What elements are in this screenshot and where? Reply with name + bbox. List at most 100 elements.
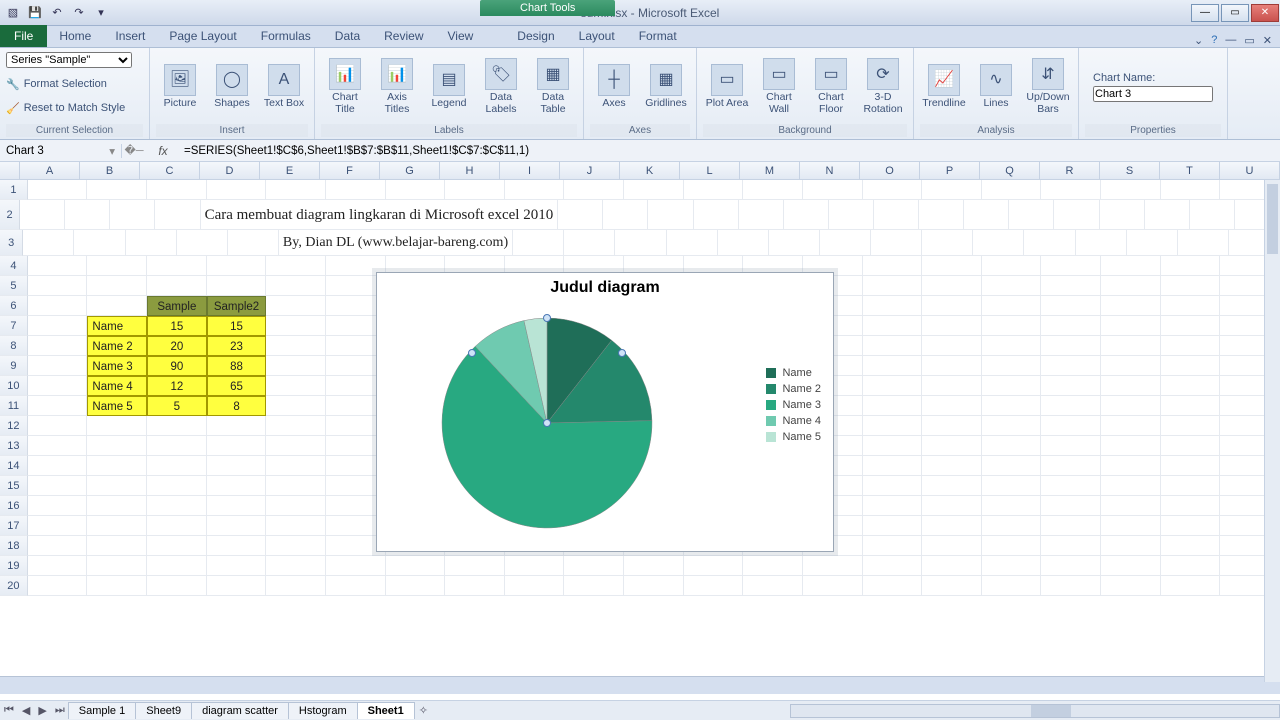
col-header-D[interactable]: D <box>200 162 260 179</box>
help-icon[interactable]: ? <box>1211 34 1217 47</box>
row-header[interactable]: 18 <box>0 536 28 556</box>
row-header[interactable]: 6 <box>0 296 28 316</box>
row-header[interactable]: 9 <box>0 356 28 376</box>
row-header[interactable]: 5 <box>0 276 28 296</box>
col-header-S[interactable]: S <box>1100 162 1160 179</box>
col-header-T[interactable]: T <box>1160 162 1220 179</box>
col-header-K[interactable]: K <box>620 162 680 179</box>
col-header-U[interactable]: U <box>1220 162 1280 179</box>
chart-wall-button[interactable]: ▭Chart Wall <box>755 54 803 120</box>
shapes-button[interactable]: ◯Shapes <box>208 54 256 120</box>
col-header-O[interactable]: O <box>860 162 920 179</box>
legend-item[interactable]: Name 5 <box>766 431 821 443</box>
fx-icon[interactable]: fx <box>146 144 180 158</box>
vertical-scrollbar[interactable] <box>1264 180 1280 682</box>
tab-review[interactable]: Review <box>372 25 435 47</box>
col-header-E[interactable]: E <box>260 162 320 179</box>
row-header[interactable]: 8 <box>0 336 28 356</box>
sheet-tab[interactable]: Sheet9 <box>135 702 192 719</box>
textbox-button[interactable]: AText Box <box>260 54 308 120</box>
sheet-nav-first-icon[interactable]: ⏮ <box>0 704 18 717</box>
col-header-P[interactable]: P <box>920 162 980 179</box>
sheet-tab[interactable]: diagram scatter <box>191 702 289 719</box>
row-header[interactable]: 11 <box>0 396 28 416</box>
qat-more-icon[interactable]: ▾ <box>92 4 110 22</box>
trendline-button[interactable]: 📈Trendline <box>920 54 968 120</box>
new-sheet-icon[interactable]: ✧ <box>415 704 432 717</box>
col-header-F[interactable]: F <box>320 162 380 179</box>
gridlines-button[interactable]: ▦Gridlines <box>642 54 690 120</box>
tab-view[interactable]: View <box>436 25 486 47</box>
col-header-A[interactable]: A <box>20 162 80 179</box>
data-table-button[interactable]: ▦Data Table <box>529 54 577 120</box>
legend-item[interactable]: Name 2 <box>766 383 821 395</box>
col-header-L[interactable]: L <box>680 162 740 179</box>
col-header-R[interactable]: R <box>1040 162 1100 179</box>
chart-legend[interactable]: Name Name 2 Name 3 Name 4 Name 5 <box>766 363 821 447</box>
axis-titles-button[interactable]: 📊Axis Titles <box>373 54 421 120</box>
sheet-nav-next-icon[interactable]: ▶ <box>34 704 50 717</box>
data-labels-button[interactable]: 🏷Data Labels <box>477 54 525 120</box>
lines-button[interactable]: ∿Lines <box>972 54 1020 120</box>
chart-floor-button[interactable]: ▭Chart Floor <box>807 54 855 120</box>
embedded-chart[interactable]: Judul diagram NameName 2Name 3Name 4Name… <box>376 272 834 552</box>
close-button[interactable]: ✕ <box>1251 4 1279 22</box>
sheet-tab[interactable]: Sheet1 <box>357 702 415 719</box>
legend-item[interactable]: Name 3 <box>766 399 821 411</box>
picture-button[interactable]: 🖼Picture <box>156 54 204 120</box>
sheet-tab[interactable]: Sample 1 <box>68 702 136 719</box>
legend-button[interactable]: ▤Legend <box>425 54 473 120</box>
col-header-Q[interactable]: Q <box>980 162 1040 179</box>
legend-item[interactable]: Name <box>766 367 821 379</box>
name-box[interactable]: Chart 3▾ <box>0 144 122 158</box>
tab-insert[interactable]: Insert <box>103 25 157 47</box>
doc-min-icon[interactable]: — <box>1225 34 1236 47</box>
axes-button[interactable]: ┼Axes <box>590 54 638 120</box>
row-header[interactable]: 15 <box>0 476 28 496</box>
chart-name-input[interactable] <box>1093 86 1213 102</box>
col-header-B[interactable]: B <box>80 162 140 179</box>
minimize-ribbon-icon[interactable]: ⌄ <box>1194 34 1203 47</box>
worksheet-grid[interactable]: 12Cara membuat diagram lingkaran di Micr… <box>0 180 1280 676</box>
tab-format[interactable]: Format <box>627 25 689 47</box>
chart-title-button[interactable]: 📊Chart Title <box>321 54 369 120</box>
rotation-button[interactable]: ⟳3-D Rotation <box>859 54 907 120</box>
chart-element-selector[interactable]: Series "Sample" <box>6 52 132 68</box>
tab-data[interactable]: Data <box>323 25 372 47</box>
col-header-C[interactable]: C <box>140 162 200 179</box>
row-header[interactable]: 17 <box>0 516 28 536</box>
row-header[interactable]: 20 <box>0 576 28 596</box>
col-header-I[interactable]: I <box>500 162 560 179</box>
row-header[interactable]: 2 <box>0 200 20 230</box>
save-icon[interactable]: 💾 <box>26 4 44 22</box>
tab-home[interactable]: Home <box>47 25 103 47</box>
row-header[interactable]: 12 <box>0 416 28 436</box>
col-header-J[interactable]: J <box>560 162 620 179</box>
format-selection-button[interactable]: 🔧 Format Selection <box>6 74 107 94</box>
legend-item[interactable]: Name 4 <box>766 415 821 427</box>
minimize-button[interactable]: — <box>1191 4 1219 22</box>
sheet-tab[interactable]: Hstogram <box>288 702 358 719</box>
select-all-corner[interactable] <box>0 162 20 179</box>
row-header[interactable]: 10 <box>0 376 28 396</box>
pie-plot[interactable] <box>437 313 657 533</box>
sheet-nav-prev-icon[interactable]: ◀ <box>18 704 34 717</box>
undo-icon[interactable]: ↶ <box>48 4 66 22</box>
row-header[interactable]: 3 <box>0 230 23 256</box>
horizontal-scrollbar[interactable] <box>790 704 1280 718</box>
col-header-N[interactable]: N <box>800 162 860 179</box>
row-header[interactable]: 13 <box>0 436 28 456</box>
file-tab[interactable]: File <box>0 25 47 47</box>
row-header[interactable]: 16 <box>0 496 28 516</box>
col-header-M[interactable]: M <box>740 162 800 179</box>
chart-title[interactable]: Judul diagram <box>377 273 833 297</box>
fx-dropdown-icon[interactable]: �─ <box>122 144 146 157</box>
reset-style-button[interactable]: 🧹 Reset to Match Style <box>6 98 125 118</box>
redo-icon[interactable]: ↷ <box>70 4 88 22</box>
col-header-G[interactable]: G <box>380 162 440 179</box>
sheet-nav-last-icon[interactable]: ⏭ <box>51 704 69 717</box>
doc-max-icon[interactable]: ▭ <box>1244 34 1254 47</box>
plot-area-button[interactable]: ▭Plot Area <box>703 54 751 120</box>
doc-close-icon[interactable]: ✕ <box>1263 34 1272 47</box>
row-header[interactable]: 19 <box>0 556 28 576</box>
